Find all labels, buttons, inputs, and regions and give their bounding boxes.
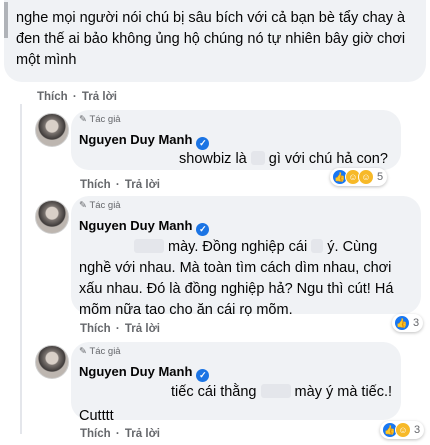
- reply-text: tiếc cái thằng mày ý mà tiếc.! Cutttt: [79, 384, 393, 424]
- like-button[interactable]: Thích: [80, 323, 111, 335]
- like-button[interactable]: Thích: [37, 91, 68, 103]
- reaction-summary[interactable]: 👍 3: [392, 314, 424, 332]
- thread-line: [20, 104, 22, 434]
- reaction-summary[interactable]: 👍 ☺ ☺ 5: [330, 168, 388, 186]
- censored-region: [79, 384, 167, 398]
- avatar[interactable]: [35, 113, 69, 147]
- top-comment-menu[interactable]: [4, 2, 8, 38]
- author-tag: ✎ Tác giả: [79, 114, 121, 125]
- pencil-icon: ✎: [79, 346, 87, 357]
- author-tag: ✎ Tác giả: [79, 346, 121, 357]
- author-name[interactable]: Nguyen Duy Manh ✓: [79, 364, 210, 382]
- reply-actions: Thích · Trả lời: [80, 323, 160, 335]
- top-comment-actions: Thích · Trả lời: [37, 91, 117, 103]
- avatar[interactable]: [35, 200, 69, 234]
- avatar[interactable]: [35, 345, 69, 379]
- reply-actions: Thích · Trả lời: [80, 428, 160, 440]
- reply-actions: Thích · Trả lời: [80, 179, 160, 191]
- author-name[interactable]: Nguyen Duy Manh ✓: [79, 132, 210, 150]
- like-button[interactable]: Thích: [80, 179, 111, 191]
- censored-region: [125, 151, 175, 165]
- censored-region: [250, 151, 265, 165]
- verified-check-icon: ✓: [196, 223, 210, 236]
- top-comment-text: nghe mọi người nói chú bị sâu bích với c…: [16, 10, 406, 68]
- reply-button[interactable]: Trả lời: [125, 428, 160, 440]
- like-button[interactable]: Thích: [80, 428, 111, 440]
- reply-button[interactable]: Trả lời: [125, 179, 160, 191]
- pencil-icon: ✎: [79, 114, 87, 125]
- reply-button[interactable]: Trả lời: [82, 91, 117, 103]
- like-reaction-icon: 👍: [394, 315, 410, 331]
- reply-text: showbiz là gì với chú hả con?: [125, 149, 388, 170]
- pencil-icon: ✎: [79, 200, 87, 211]
- author-tag: ✎ Tác giả: [79, 200, 121, 211]
- reply-text: mày. Đồng nghiệp cái ý. Cùng nghề với nh…: [79, 239, 394, 318]
- reply-button[interactable]: Trả lời: [125, 323, 160, 335]
- haha-reaction-icon: ☺: [358, 169, 374, 185]
- reaction-summary[interactable]: 👍 ☺ 3: [380, 421, 425, 439]
- author-name[interactable]: Nguyen Duy Manh ✓: [79, 218, 210, 236]
- censored-region: [79, 239, 134, 253]
- censored-region: [134, 239, 164, 253]
- censored-region: [260, 384, 291, 398]
- verified-check-icon: ✓: [196, 369, 210, 382]
- haha-reaction-icon: ☺: [395, 422, 411, 438]
- censored-region: [311, 239, 324, 253]
